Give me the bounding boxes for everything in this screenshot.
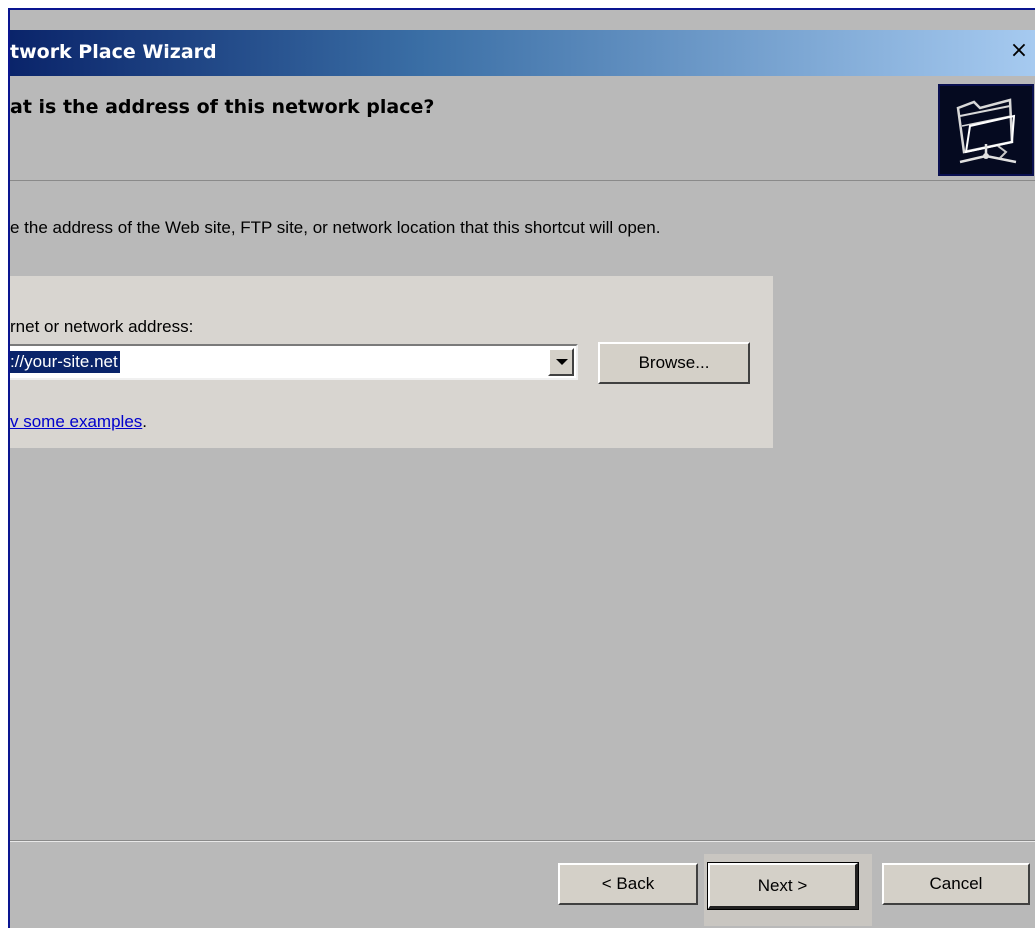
wizard-window: twork Place Wizard × at is the address o…	[8, 8, 1035, 928]
address-panel: rnet or network address: ://your-site.ne…	[10, 276, 773, 448]
cancel-button[interactable]: Cancel	[882, 863, 1030, 905]
address-combobox[interactable]: ://your-site.net	[10, 344, 578, 380]
next-button[interactable]: Next >	[707, 862, 859, 910]
examples-link-period: .	[142, 412, 148, 431]
page: twork Place Wizard × at is the address o…	[0, 0, 1035, 928]
dropdown-arrow-icon[interactable]	[548, 348, 574, 376]
close-button[interactable]: ×	[1007, 37, 1031, 65]
address-input[interactable]: ://your-site.net	[10, 351, 120, 373]
back-button[interactable]: < Back	[558, 863, 698, 905]
title-bar[interactable]: twork Place Wizard ×	[10, 30, 1035, 76]
network-folder-icon-graphic	[956, 98, 1017, 164]
wizard-header: at is the address of this network place?	[10, 76, 1035, 181]
network-folder-icon	[938, 84, 1034, 176]
window-title: twork Place Wizard	[10, 41, 217, 63]
examples-link-container: v some examples.	[10, 412, 147, 432]
footer-divider	[10, 840, 1035, 842]
view-examples-link[interactable]: v some examples	[10, 412, 142, 431]
address-label: rnet or network address:	[10, 317, 194, 336]
page-title: at is the address of this network place?	[10, 96, 435, 118]
instruction-text: e the address of the Web site, FTP site,…	[10, 218, 661, 237]
browse-button[interactable]: Browse...	[598, 342, 750, 384]
